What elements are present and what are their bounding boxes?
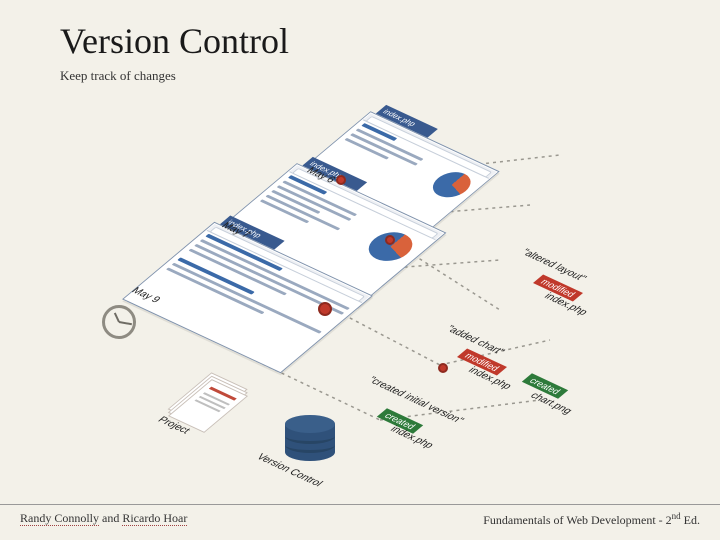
commit-file: index.php — [387, 424, 436, 450]
footer-authors: Randy Connolly and Ricardo Hoar — [20, 511, 187, 528]
window-tab: index.php — [302, 157, 367, 191]
badge-created: created — [377, 408, 423, 433]
page-subtitle: Keep track of changes — [60, 68, 660, 84]
page-title: Version Control — [60, 20, 660, 62]
commit-dot — [438, 363, 448, 373]
commit-msg-initial: "created initial version" — [365, 375, 466, 426]
slide-footer: Randy Connolly and Ricardo Hoar Fundamen… — [0, 504, 720, 528]
commit-file: chart.png — [527, 391, 574, 416]
pie-chart-icon — [425, 167, 478, 201]
window-tab: index.php — [376, 105, 438, 138]
author-2: Ricardo Hoar — [122, 511, 187, 526]
commit-msg-layout: "altered layout" — [518, 247, 588, 283]
date-may9: May 9 — [129, 286, 163, 305]
commit-file: index.php — [465, 365, 514, 391]
commit-file: index.php — [541, 291, 590, 317]
connector-paths — [60, 110, 660, 490]
commit-dot — [385, 235, 395, 245]
date-may7: May 7 — [219, 221, 253, 240]
commit-dot — [318, 302, 332, 316]
window-tab: index.php — [220, 216, 285, 250]
repository-db-icon — [285, 415, 335, 457]
project-files-icon — [168, 379, 248, 433]
commit-msg-chart: "added chart" — [443, 324, 507, 357]
commit-dot — [336, 175, 346, 185]
browser-window-may9: index.php — [122, 222, 373, 373]
author-1: Randy Connolly — [20, 511, 99, 526]
badge-modified: modified — [457, 348, 507, 375]
clock-icon — [102, 305, 136, 339]
footer-book: Fundamentals of Web Development - 2nd Ed… — [483, 511, 700, 528]
browser-window-may6: index.php — [290, 111, 499, 239]
version-control-diagram: index.php index.php index.php — [60, 110, 660, 490]
date-may6: May 6 — [304, 166, 338, 185]
slide-header: Version Control Keep track of changes — [0, 0, 720, 92]
pie-chart-icon — [360, 227, 422, 266]
project-label: Project — [155, 415, 193, 436]
browser-window-may7: index.php — [209, 163, 447, 307]
badge-modified: modified — [533, 274, 583, 301]
badge-created: created — [522, 373, 568, 398]
vcs-label: Version Control — [254, 452, 325, 489]
